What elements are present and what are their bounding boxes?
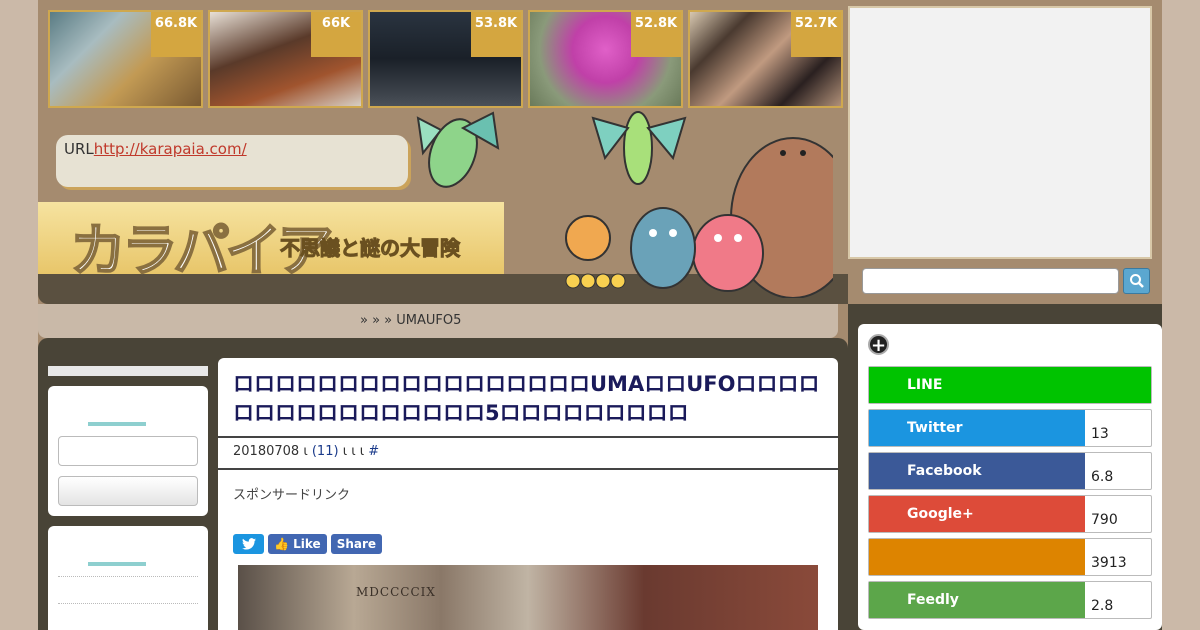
share-googleplus-label: Google+ [869, 496, 1085, 532]
permalink-hash[interactable]: # [368, 444, 379, 459]
ad-placeholder [848, 6, 1152, 259]
search-button[interactable] [1123, 268, 1150, 294]
site-header: URLhttp://karapaia.com/ カラパイア 不思議と謎の大冒険 [38, 108, 848, 304]
article-card: ロロロロロロロロロロロロロロロロロUMAロロUFOロロロロロロロロロロロロロロロ… [218, 358, 838, 630]
sidebar-search-button[interactable] [58, 476, 198, 506]
meta-separator: ι ι ι [342, 444, 365, 459]
share-googleplus-count: 790 [1091, 512, 1118, 528]
mascot-illustration [416, 111, 833, 298]
url-label: URL [64, 140, 94, 158]
widget-title-bar [88, 422, 146, 426]
sponsored-link-label: スポンサードリンク [233, 488, 351, 503]
thumbnail-count: 53.8K [471, 12, 521, 57]
share-hatena[interactable]: 3913 [868, 538, 1152, 576]
url-box: URLhttp://karapaia.com/ [56, 135, 408, 187]
plus-icon[interactable]: + [868, 334, 889, 356]
left-sidebar-header [48, 366, 208, 376]
page-frame: 66.8K 66K 53.8K 52.8K 52.7K URLhttp://ka… [38, 0, 1162, 630]
article-date: 20180708 [233, 444, 300, 459]
site-search [848, 259, 1162, 304]
thumbs-up-icon: 👍 [274, 537, 289, 551]
search-input[interactable] [862, 268, 1119, 294]
share-facebook-label: Facebook [869, 453, 1085, 489]
widget-title-bar [88, 562, 146, 566]
share-feedly[interactable]: Feedly 2.8 [868, 581, 1152, 619]
like-label: Like [293, 537, 321, 551]
left-search-widget [48, 386, 208, 516]
share-feedly-label: Feedly [869, 582, 1085, 618]
thumbnail-4[interactable]: 52.8K [528, 10, 683, 108]
breadcrumb: » » » UMAUFO5 [38, 304, 838, 338]
sidebar-search-input[interactable] [58, 436, 198, 466]
popular-thumbnails: 66.8K 66K 53.8K 52.8K 52.7K [48, 10, 843, 108]
twitter-bird-icon [241, 538, 256, 550]
facebook-share-button[interactable]: Share [330, 534, 383, 554]
thumbnail-3[interactable]: 53.8K [368, 10, 523, 108]
share-facebook[interactable]: Facebook 6.8 [868, 452, 1152, 490]
article-photo: MDCCCCIX [238, 565, 818, 630]
share-line-label: LINE [869, 367, 1151, 403]
thumbnail-1[interactable]: 66.8K [48, 10, 203, 108]
share-feedly-count: 2.8 [1091, 598, 1114, 614]
thumbnail-count: 66.8K [151, 12, 201, 57]
main-content-area: ロロロロロロロロロロロロロロロロロUMAロロUFOロロロロロロロロロロロロロロロ… [38, 338, 848, 630]
right-sidebar: + LINE Twitter 13 Facebook 6.8 Google+ 7… [848, 304, 1162, 630]
share-line[interactable]: LINE [868, 366, 1152, 404]
comment-count-link[interactable]: (11) [312, 444, 339, 459]
share-twitter-count: 13 [1091, 426, 1109, 442]
photo-inscription: MDCCCCIX [356, 585, 436, 599]
list-divider [58, 603, 198, 604]
article-title[interactable]: ロロロロロロロロロロロロロロロロロUMAロロUFOロロロロロロロロロロロロロロロ… [218, 358, 838, 438]
list-divider [58, 576, 198, 577]
share-panel: + LINE Twitter 13 Facebook 6.8 Google+ 7… [858, 324, 1162, 630]
left-list-widget [48, 526, 208, 630]
thumbnail-count: 52.7K [791, 12, 841, 57]
thumbnail-count: 66K [311, 12, 361, 57]
meta-separator: ι [303, 444, 308, 459]
share-hatena-count: 3913 [1091, 555, 1127, 571]
thumbnail-count: 52.8K [631, 12, 681, 57]
tweet-button[interactable] [233, 534, 264, 554]
share-twitter[interactable]: Twitter 13 [868, 409, 1152, 447]
thumbnail-2[interactable]: 66K [208, 10, 363, 108]
breadcrumb-text[interactable]: » » » UMAUFO5 [360, 313, 461, 328]
search-icon [1129, 274, 1144, 288]
share-facebook-count: 6.8 [1091, 469, 1114, 485]
share-twitter-label: Twitter [869, 410, 1085, 446]
facebook-like-button[interactable]: 👍 Like [268, 534, 327, 554]
share-hatena-label [869, 539, 1085, 575]
article-meta: 20180708 ι (11) ι ι ι # [218, 438, 838, 470]
share-googleplus[interactable]: Google+ 790 [868, 495, 1152, 533]
thumbnail-5[interactable]: 52.7K [688, 10, 843, 108]
site-url-link[interactable]: http://karapaia.com/ [94, 140, 247, 158]
article-share-buttons: 👍 Like Share [233, 534, 383, 554]
